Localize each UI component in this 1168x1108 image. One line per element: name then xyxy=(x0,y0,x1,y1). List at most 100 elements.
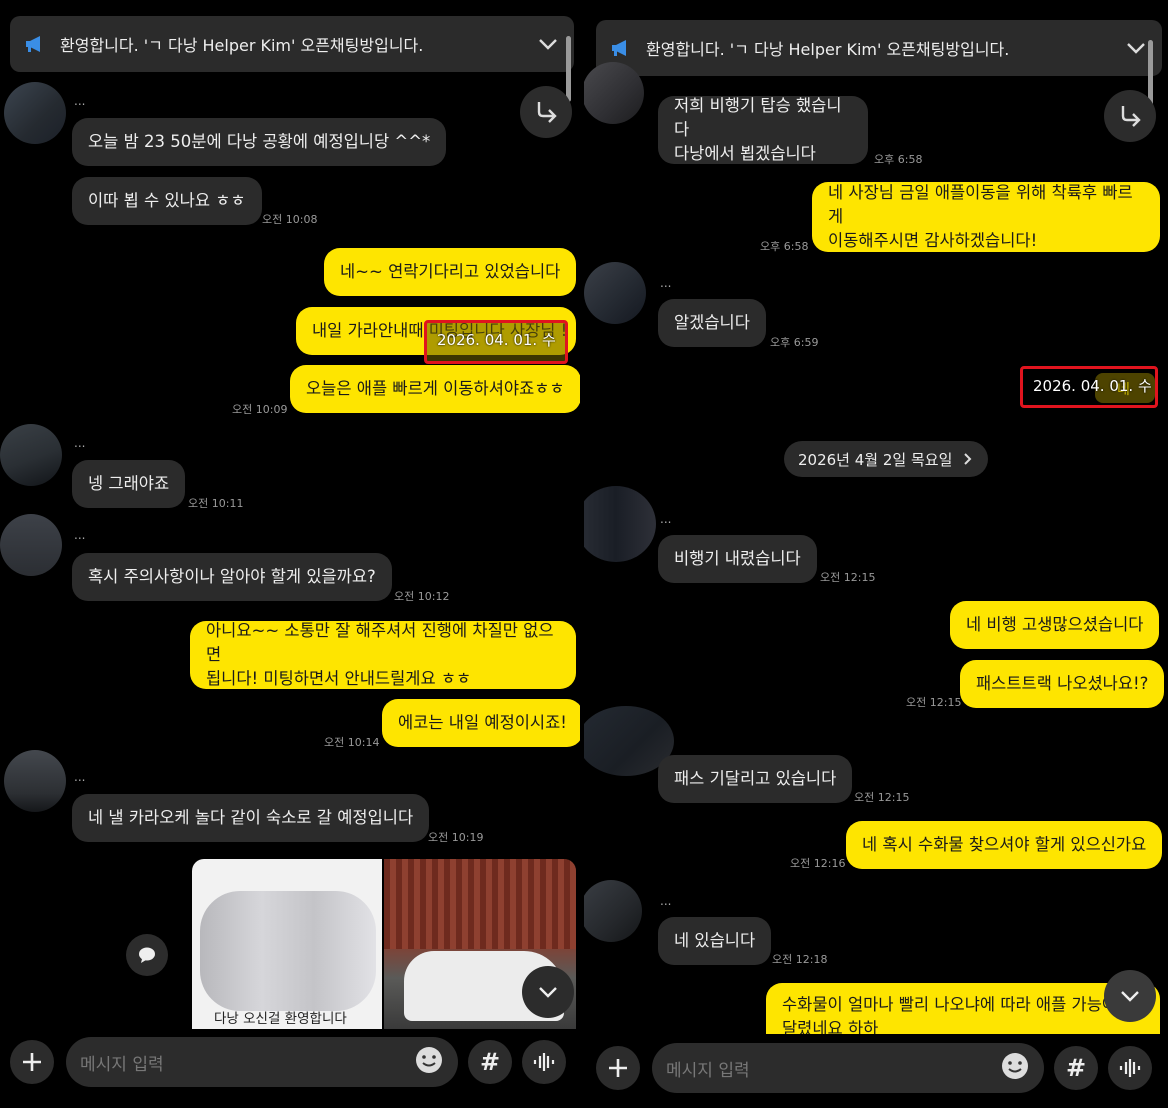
message-time: 오전 10:09 xyxy=(232,403,288,416)
reply-bubble-button[interactable] xyxy=(126,934,168,976)
message-bubble[interactable]: 비행기 내렸습니다 xyxy=(658,535,817,583)
waveform-icon xyxy=(1119,1059,1141,1077)
message-bubble[interactable]: 오늘 밤 23 50분에 다낭 공황에 예정입니당 ^^* xyxy=(72,118,447,166)
share-arrow-icon xyxy=(537,102,557,123)
avatar[interactable] xyxy=(4,82,66,144)
avatar[interactable] xyxy=(584,880,642,942)
date-stamp-highlight: 2026. 04. 01. 수 xyxy=(424,320,568,364)
message-bubble[interactable]: 오늘은 애플 빠르게 이동하셔야죠ㅎㅎ xyxy=(290,365,580,413)
message-input[interactable]: 메시지 입력 xyxy=(66,1037,458,1087)
voice-button[interactable] xyxy=(1108,1046,1152,1090)
notice-text: 환영합니다. 'ㄱ 다낭 Helper Kim' 오픈채팅방입니다. xyxy=(60,36,424,55)
megaphone-icon xyxy=(610,38,632,58)
message-time: 오전 12:18 xyxy=(772,953,828,966)
right-chat-screen: 환영합니다. 'ㄱ 다낭 Helper Kim' 오픈채팅방입니다. 저희 비행… xyxy=(584,0,1168,1108)
scroll-down-button[interactable] xyxy=(1104,970,1156,1022)
message-bubble[interactable]: 저희 비행기 탑승 했습니다 다낭에서 뵙겠습니다 xyxy=(658,96,868,164)
message-time: 오전 12:15 xyxy=(820,571,876,584)
plus-icon xyxy=(23,1053,41,1071)
share-button[interactable] xyxy=(1104,90,1156,142)
photo-caption: 다낭 오신걸 환영합니다 xyxy=(214,1011,347,1027)
message-line: 됩니다! 미팅하면서 안내드릴게요 ㅎㅎ xyxy=(206,669,472,688)
emoji-icon[interactable] xyxy=(414,1045,444,1080)
message-bubble[interactable]: 에코는 내일 예정이시죠! xyxy=(382,699,580,747)
blurred-sign xyxy=(200,891,376,1011)
hash-icon: # xyxy=(479,1048,501,1076)
notice-text: 환영합니다. 'ㄱ 다낭 Helper Kim' 오픈채팅방입니다. xyxy=(646,40,1010,59)
left-chat-screen: 환영합니다. 'ㄱ 다낭 Helper Kim' 오픈채팅방입니다. ... 오… xyxy=(0,0,580,1108)
message-time: 오전 12:16 xyxy=(790,857,846,870)
message-time: 오전 12:15 xyxy=(906,696,962,709)
sender-nickname: ... xyxy=(74,436,86,450)
plus-icon xyxy=(609,1059,627,1077)
avatar[interactable] xyxy=(4,750,66,812)
message-bubble[interactable]: 네~~ 연락기다리고 있었습니다 xyxy=(324,248,577,296)
date-divider-text: 2026년 4월 2일 목요일 xyxy=(798,450,953,469)
avatar[interactable] xyxy=(0,424,62,486)
chevron-down-icon xyxy=(539,987,557,998)
message-time: 오전 10:12 xyxy=(394,590,450,603)
speech-bubble-icon xyxy=(139,947,155,963)
avatar[interactable] xyxy=(584,62,644,124)
scroll-down-button[interactable] xyxy=(522,966,574,1018)
waveform-icon xyxy=(533,1053,555,1071)
message-input-bar: 메시지 입력 # xyxy=(596,1036,1162,1100)
megaphone-icon xyxy=(24,34,46,54)
chevron-down-icon[interactable] xyxy=(1124,36,1148,60)
chevron-down-icon xyxy=(1121,991,1139,1002)
share-button[interactable] xyxy=(520,86,572,138)
message-bubble[interactable]: 네 비행 고생많으셨습니다 xyxy=(950,601,1160,649)
message-bubble[interactable]: 아니요~~ 소통만 잘 해주셔서 진행에 차질만 없으면 됩니다! 미팅하면서 … xyxy=(190,621,576,689)
scrollbar[interactable] xyxy=(566,36,571,102)
date-divider[interactable]: 2026년 4월 2일 목요일 xyxy=(784,441,989,477)
message-input[interactable]: 메시지 입력 xyxy=(652,1043,1044,1093)
sender-nickname: ... xyxy=(660,512,672,526)
emoji-icon[interactable] xyxy=(1000,1051,1030,1086)
hashtag-button[interactable]: # xyxy=(468,1040,512,1084)
voice-button[interactable] xyxy=(522,1040,566,1084)
attach-button[interactable] xyxy=(10,1040,54,1084)
input-placeholder: 메시지 입력 xyxy=(80,1054,164,1075)
message-line: 아니요~~ 소통만 잘 해주셔서 진행에 차질만 없으면 xyxy=(206,621,554,664)
date-stamp-text: 2026. 04. 01. 수 xyxy=(437,331,556,349)
chevron-right-icon xyxy=(964,453,972,465)
share-arrow-icon xyxy=(1121,106,1141,127)
hashtag-button[interactable]: # xyxy=(1054,1046,1098,1090)
message-bubble[interactable]: 네 혹시 수화물 찾으셔야 할게 있으신가요 xyxy=(846,821,1163,869)
message-time: 오전 10:19 xyxy=(428,831,484,844)
message-line: 저희 비행기 탑승 했습니다 xyxy=(674,96,842,139)
notice-banner[interactable]: 환영합니다. 'ㄱ 다낭 Helper Kim' 오픈채팅방입니다. xyxy=(10,16,574,72)
message-time: 오전 10:08 xyxy=(262,213,318,226)
message-bubble[interactable]: 네 있습니다 xyxy=(658,917,772,965)
message-bubble[interactable]: 패스 기달리고 있습니다 xyxy=(658,755,853,803)
sender-nickname: ... xyxy=(660,894,672,908)
date-stamp-highlight: 네 2026. 04. 01. 수 xyxy=(1020,366,1158,408)
chevron-down-icon[interactable] xyxy=(536,32,560,56)
message-time: 오전 10:11 xyxy=(188,497,244,510)
notice-banner[interactable]: 환영합니다. 'ㄱ 다낭 Helper Kim' 오픈채팅방입니다. xyxy=(596,20,1162,76)
message-bubble[interactable]: 이따 뵙 수 있나요 ㅎㅎ xyxy=(72,177,262,225)
avatar[interactable] xyxy=(584,486,656,562)
message-bubble[interactable]: 네 사장님 금일 애플이동을 위해 착륙후 빠르게 이동해주시면 감사하겠습니다… xyxy=(812,182,1160,252)
message-bubble[interactable]: 넹 그래야죠 xyxy=(72,460,186,508)
date-stamp-text: 2026. 04. 01. 수 xyxy=(1033,377,1152,395)
message-time: 오후 6:59 xyxy=(770,336,819,349)
avatar[interactable] xyxy=(584,262,646,324)
photo-thumbnail[interactable]: 다낭 오신걸 환영합니다 xyxy=(192,859,382,1029)
message-line: 이동해주시면 감사하겠습니다! xyxy=(828,231,1038,250)
sender-nickname: ... xyxy=(74,528,86,542)
message-bubble[interactable]: 혹시 주의사항이나 알아야 할게 있을까요? xyxy=(72,553,392,601)
sender-nickname: ... xyxy=(660,276,672,290)
sender-nickname: ... xyxy=(74,94,86,108)
scrollbar[interactable] xyxy=(1148,40,1153,106)
attach-button[interactable] xyxy=(596,1046,640,1090)
message-line: 네 사장님 금일 애플이동을 위해 착륙후 빠르게 xyxy=(828,183,1133,226)
building-facade xyxy=(384,859,576,949)
sender-nickname: ... xyxy=(74,770,86,784)
message-bubble[interactable]: 알겠습니다 xyxy=(658,299,766,347)
message-bubble[interactable]: 패스트트랙 나오셨나요!? xyxy=(960,660,1165,708)
message-line: 다낭에서 뵙겠습니다 xyxy=(674,144,816,163)
message-bubble[interactable]: 네 낼 카라오케 놀다 같이 숙소로 갈 예정입니다 xyxy=(72,794,430,842)
avatar[interactable] xyxy=(0,514,62,576)
message-time: 오후 6:58 xyxy=(760,240,809,253)
